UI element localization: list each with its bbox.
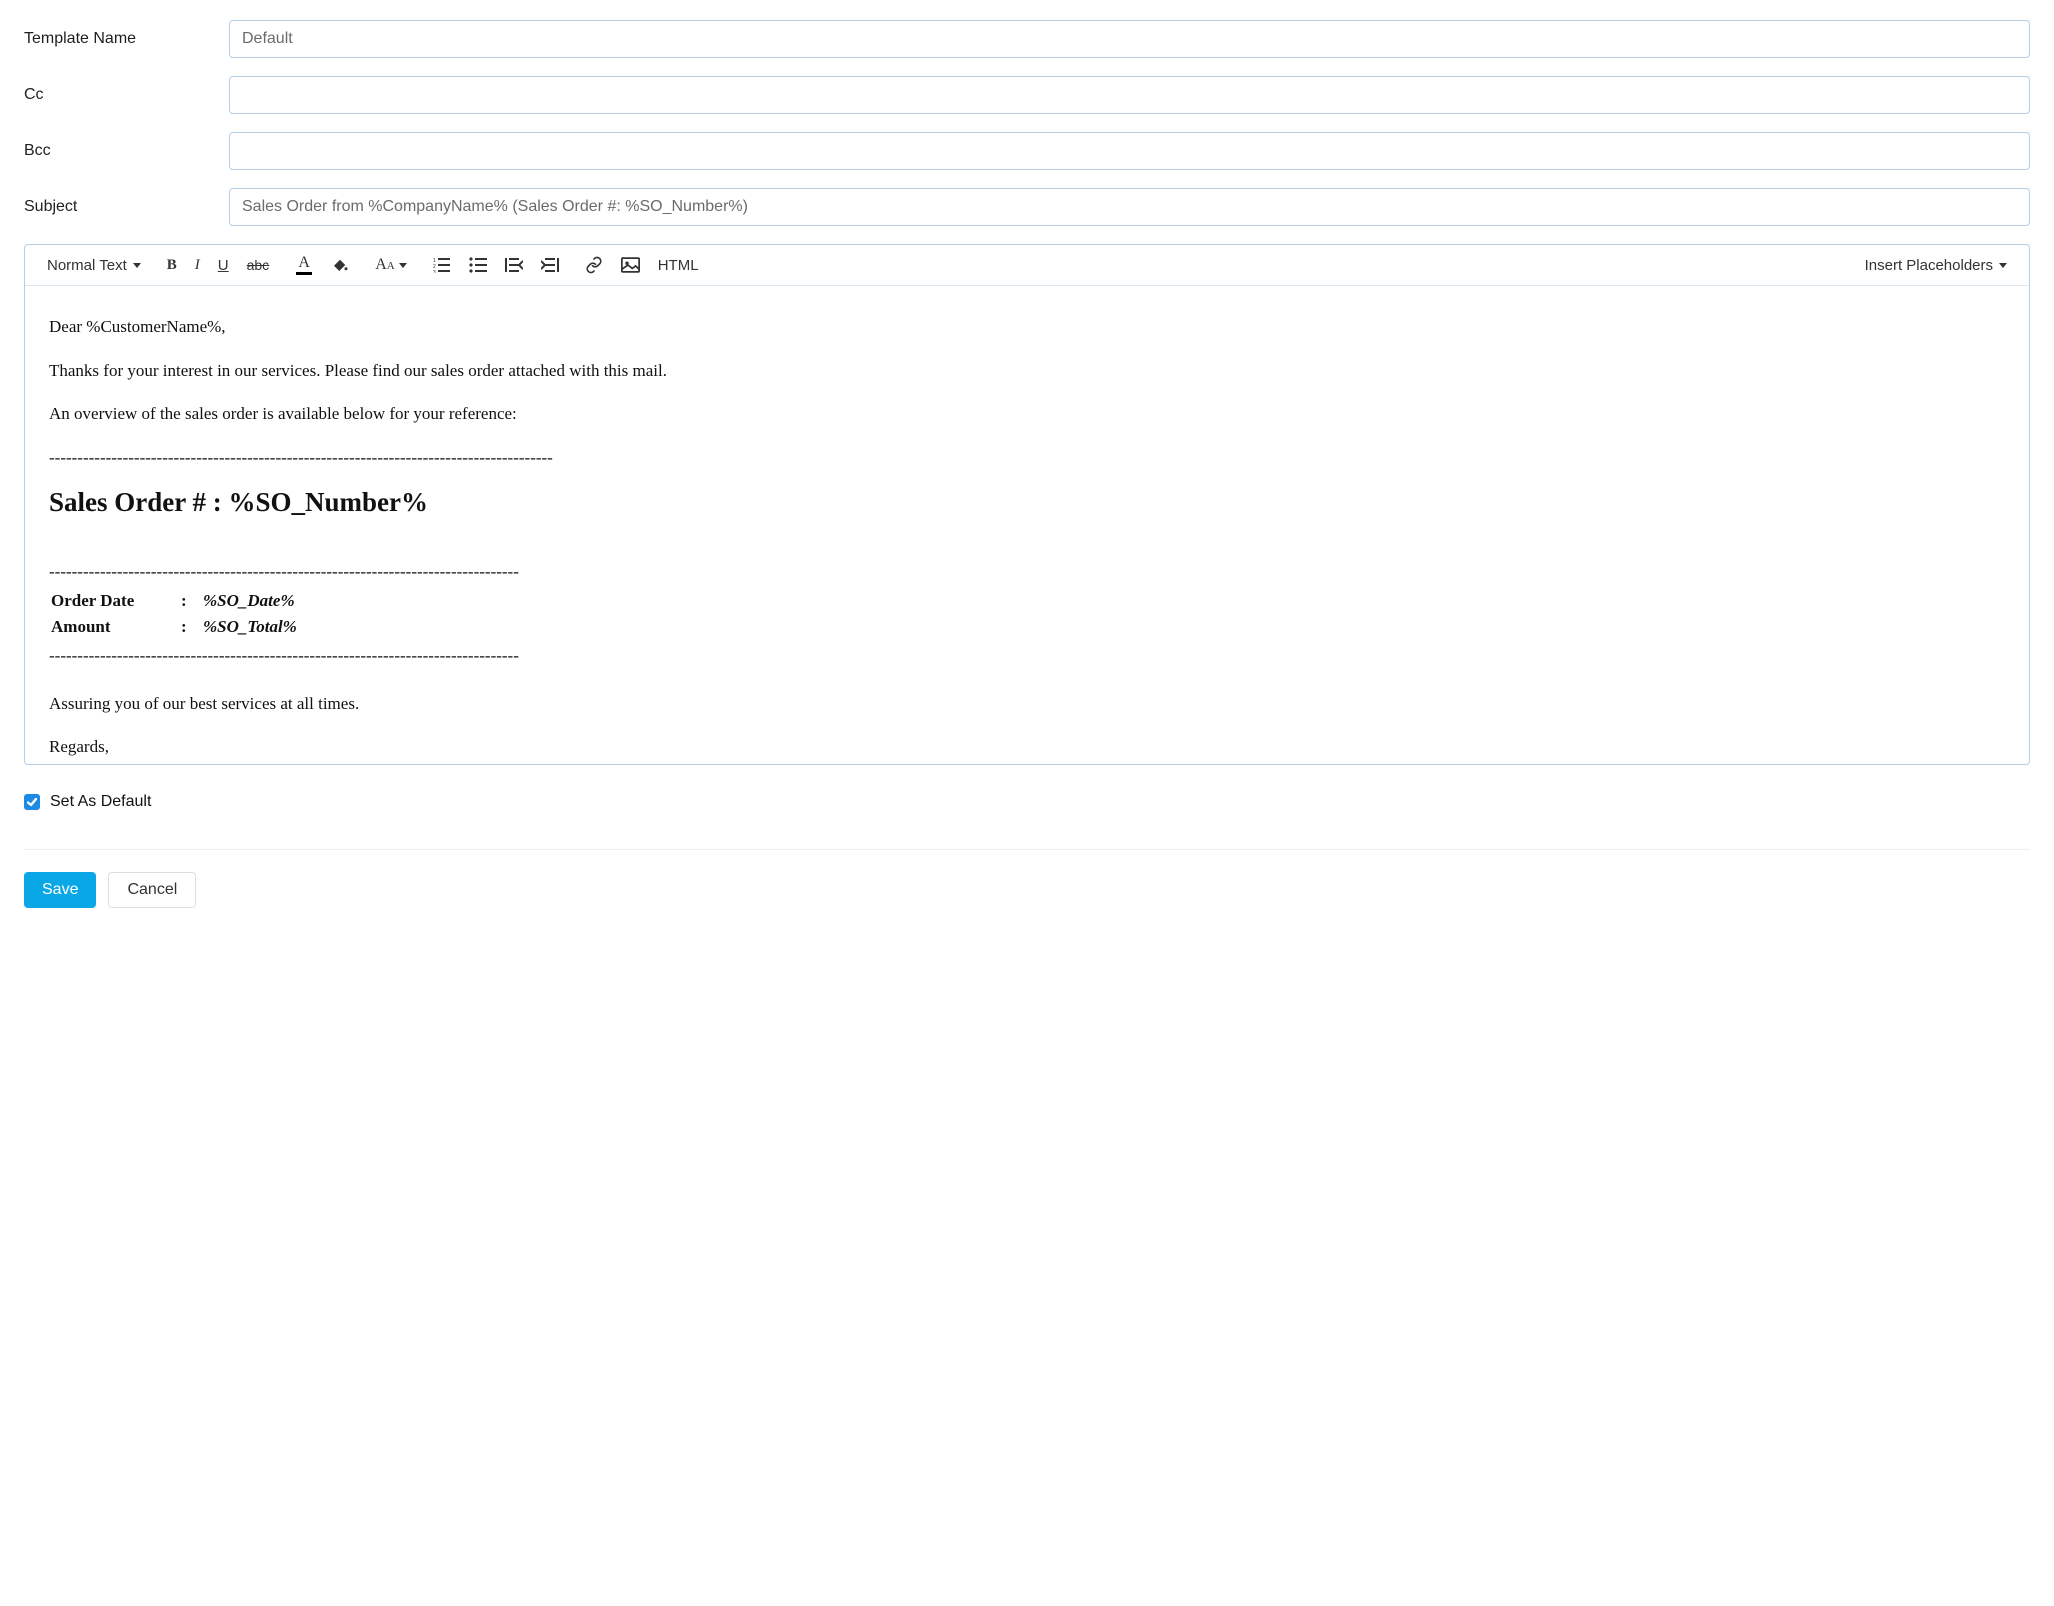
body-intro-2: An overview of the sales order is availa… xyxy=(49,401,2005,427)
background-color-button[interactable] xyxy=(331,256,349,274)
amount-value: %SO_Total% xyxy=(201,614,299,640)
cc-label: Cc xyxy=(24,86,229,104)
order-date-label: Order Date xyxy=(49,588,179,614)
paint-bucket-icon xyxy=(331,256,349,274)
image-icon xyxy=(621,257,640,273)
link-icon xyxy=(585,256,603,274)
template-name-input[interactable] xyxy=(229,20,2030,58)
insert-link-button[interactable] xyxy=(585,256,603,274)
html-view-button[interactable]: HTML xyxy=(658,257,699,274)
text-style-label: Normal Text xyxy=(47,257,127,274)
unordered-list-icon xyxy=(469,257,487,273)
template-name-label: Template Name xyxy=(24,30,229,48)
font-color-button[interactable]: A xyxy=(295,255,313,275)
outdent-button[interactable] xyxy=(505,257,523,273)
body-regards: Regards, xyxy=(49,734,2005,760)
email-body-editor[interactable]: Dear %CustomerName%, Thanks for your int… xyxy=(25,286,2029,764)
check-icon xyxy=(26,796,38,808)
save-button[interactable]: Save xyxy=(24,872,96,908)
body-so-heading: Sales Order # : %SO_Number% xyxy=(49,482,2005,523)
font-size-dropdown[interactable]: AA xyxy=(375,257,407,273)
underline-button[interactable]: U xyxy=(218,258,229,273)
editor-toolbar: Normal Text B I U abc A AA xyxy=(25,245,2029,286)
italic-button[interactable]: I xyxy=(195,258,200,273)
bcc-input[interactable] xyxy=(229,132,2030,170)
unordered-list-button[interactable] xyxy=(469,257,487,273)
bold-button[interactable]: B xyxy=(167,258,177,273)
bcc-label: Bcc xyxy=(24,142,229,160)
text-style-dropdown[interactable]: Normal Text xyxy=(47,257,141,274)
subject-label: Subject xyxy=(24,198,229,216)
email-editor: Normal Text B I U abc A AA xyxy=(24,244,2030,765)
insert-placeholders-dropdown[interactable]: Insert Placeholders xyxy=(1865,257,2007,274)
order-date-value: %SO_Date% xyxy=(201,588,299,614)
indent-icon xyxy=(541,257,559,273)
ordered-list-icon: 1 2 3 xyxy=(433,257,451,273)
ordered-list-button[interactable]: 1 2 3 xyxy=(433,257,451,273)
outdent-icon xyxy=(505,257,523,273)
cancel-button[interactable]: Cancel xyxy=(108,872,196,908)
set-default-checkbox[interactable] xyxy=(24,794,40,810)
cc-input[interactable] xyxy=(229,76,2030,114)
body-divider: ----------------------------------------… xyxy=(49,643,2005,669)
body-divider: ----------------------------------------… xyxy=(49,445,2005,471)
caret-down-icon xyxy=(1999,263,2007,268)
body-divider: ----------------------------------------… xyxy=(49,559,2005,585)
body-greeting: Dear %CustomerName%, xyxy=(49,314,2005,340)
placeholders-label: Insert Placeholders xyxy=(1865,257,1993,274)
set-default-label: Set As Default xyxy=(50,793,151,811)
caret-down-icon xyxy=(399,263,407,268)
body-detail-table: Order Date : %SO_Date% Amount : %SO_Tota… xyxy=(49,588,299,639)
indent-button[interactable] xyxy=(541,257,559,273)
svg-text:3: 3 xyxy=(433,270,436,273)
amount-label: Amount xyxy=(49,614,179,640)
strikethrough-button[interactable]: abc xyxy=(247,258,270,272)
caret-down-icon xyxy=(133,263,141,268)
subject-input[interactable] xyxy=(229,188,2030,226)
insert-image-button[interactable] xyxy=(621,257,640,273)
body-intro-1: Thanks for your interest in our services… xyxy=(49,358,2005,384)
body-assurance: Assuring you of our best services at all… xyxy=(49,691,2005,717)
